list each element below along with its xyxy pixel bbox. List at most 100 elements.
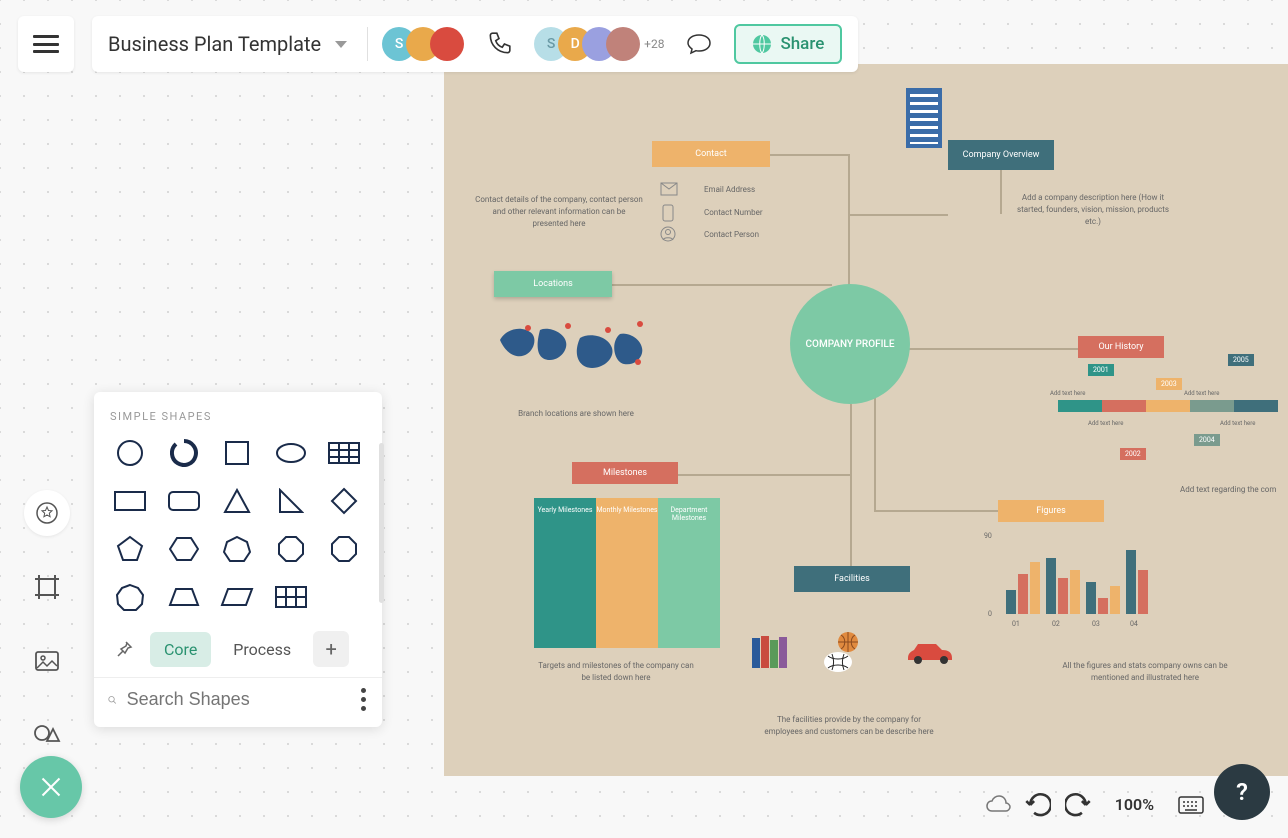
redo-icon[interactable]: [1065, 792, 1091, 818]
shapes-grid: [94, 433, 382, 617]
diagram-canvas[interactable]: COMPANY PROFILE Contact Contact details …: [444, 64, 1288, 776]
shape-square[interactable]: [213, 433, 261, 473]
shape-parallelogram[interactable]: [213, 577, 261, 617]
tab-core[interactable]: Core: [150, 632, 211, 667]
node-locations[interactable]: Locations: [494, 271, 612, 297]
more-options-button[interactable]: [359, 688, 368, 711]
left-tool-rail: [24, 490, 70, 758]
timeline-bar: [1058, 400, 1278, 412]
sports-icon: [822, 630, 866, 674]
add-library-button[interactable]: +: [313, 631, 349, 667]
close-panel-button[interactable]: [20, 756, 82, 818]
collaborator-avatars-1[interactable]: S: [382, 27, 464, 61]
node-facilities[interactable]: Facilities: [794, 566, 910, 592]
timeline-text: Add text here: [1050, 390, 1085, 397]
timeline-year: 2001: [1088, 364, 1114, 376]
top-bar: Business Plan Template S S D +28 Share: [18, 16, 858, 72]
star-tool[interactable]: [24, 490, 70, 536]
shape-circle[interactable]: [106, 433, 154, 473]
bottom-status-bar: 100%: [985, 791, 1204, 818]
shape-hexagon[interactable]: [160, 529, 208, 569]
center-node[interactable]: COMPANY PROFILE: [790, 284, 910, 404]
timeline-year: 2003: [1156, 378, 1182, 390]
panel-section-label: SIMPLE SHAPES: [94, 410, 382, 433]
hamburger-icon: [33, 35, 59, 53]
help-button[interactable]: ?: [1214, 764, 1270, 820]
caption-contact: Contact details of the company, contact …: [474, 194, 644, 230]
shape-search-input[interactable]: [127, 689, 359, 710]
globe-icon: [752, 34, 772, 54]
node-figures[interactable]: Figures: [998, 500, 1104, 522]
shapes-tool[interactable]: [24, 712, 70, 758]
caption-history: Add text regarding the com: [1180, 484, 1288, 496]
email-icon: [660, 182, 678, 196]
shape-rectangle[interactable]: [106, 481, 154, 521]
car-icon: [904, 640, 956, 666]
share-button[interactable]: Share: [734, 24, 842, 64]
shape-search-row: [94, 677, 382, 727]
shape-rounded-rect[interactable]: [160, 481, 208, 521]
timeline-year: 2004: [1194, 434, 1220, 446]
avatar[interactable]: [606, 27, 640, 61]
figures-chart: 90 0 01 02 03 04: [1000, 542, 1140, 628]
timeline-text: Add text here: [1088, 420, 1123, 427]
caption-figures: All the figures and stats company owns c…: [1062, 660, 1228, 684]
shape-triangle[interactable]: [213, 481, 261, 521]
frame-tool[interactable]: [24, 564, 70, 610]
node-overview[interactable]: Company Overview: [948, 140, 1054, 170]
shape-octagon[interactable]: [267, 529, 315, 569]
pin-button[interactable]: [106, 631, 142, 667]
search-icon: [108, 689, 117, 711]
books-icon: [750, 634, 790, 670]
title-dropdown-icon[interactable]: [335, 41, 347, 48]
timeline-text: Add text here: [1220, 420, 1255, 427]
timeline-year: 2005: [1228, 354, 1254, 366]
share-label: Share: [780, 34, 824, 54]
caption-overview: Add a company description here (How it s…: [1010, 192, 1176, 228]
shape-nonagon[interactable]: [106, 577, 154, 617]
shape-arc[interactable]: [160, 433, 208, 473]
shape-diamond[interactable]: [320, 481, 368, 521]
avatar[interactable]: [430, 27, 464, 61]
shape-ellipse[interactable]: [267, 433, 315, 473]
caption-milestones: Targets and milestones of the company ca…: [536, 660, 696, 684]
shape-grid[interactable]: [267, 577, 315, 617]
pillar-yearly: Yearly Milestones: [534, 498, 596, 648]
timeline-year: 2002: [1120, 448, 1146, 460]
node-contact[interactable]: Contact: [652, 141, 770, 167]
shape-octagon-2[interactable]: [320, 529, 368, 569]
pillar-monthly: Monthly Milestones: [596, 498, 658, 648]
contact-row-email: Email Address: [704, 184, 755, 196]
avatar-overflow-count[interactable]: +28: [644, 37, 664, 51]
chat-icon[interactable]: [686, 33, 712, 55]
caption-facilities: The facilities provide by the company fo…: [764, 714, 934, 738]
timeline-text: Add text here: [1184, 390, 1219, 397]
shape-pentagon[interactable]: [106, 529, 154, 569]
phone-device-icon: [662, 204, 674, 222]
world-map-graphic: [490, 310, 654, 390]
undo-icon[interactable]: [1025, 792, 1051, 818]
shape-library-tabs: Core Process +: [94, 617, 382, 677]
document-title[interactable]: Business Plan Template: [108, 32, 321, 56]
shape-heptagon[interactable]: [213, 529, 261, 569]
shape-right-triangle[interactable]: [267, 481, 315, 521]
caption-locations: Branch locations are shown here: [506, 408, 646, 420]
node-milestones[interactable]: Milestones: [572, 462, 678, 484]
contact-row-person: Contact Person: [704, 229, 759, 241]
node-history[interactable]: Our History: [1078, 336, 1164, 358]
divider: [367, 27, 368, 61]
image-tool[interactable]: [24, 638, 70, 684]
shape-table[interactable]: [320, 433, 368, 473]
cloud-sync-icon[interactable]: [985, 792, 1011, 818]
shapes-panel: SIMPLE SHAPES Core Process +: [94, 392, 382, 727]
pillar-department: Department Milestones: [658, 498, 720, 648]
keyboard-icon[interactable]: [1178, 792, 1204, 818]
zoom-level[interactable]: 100%: [1105, 791, 1164, 818]
title-toolbar: Business Plan Template S S D +28 Share: [92, 16, 858, 72]
collaborator-avatars-2[interactable]: S D +28: [534, 27, 664, 61]
person-icon: [660, 226, 676, 242]
phone-icon[interactable]: [486, 31, 512, 57]
menu-button[interactable]: [18, 16, 74, 72]
tab-process[interactable]: Process: [219, 632, 305, 667]
shape-trapezoid[interactable]: [160, 577, 208, 617]
